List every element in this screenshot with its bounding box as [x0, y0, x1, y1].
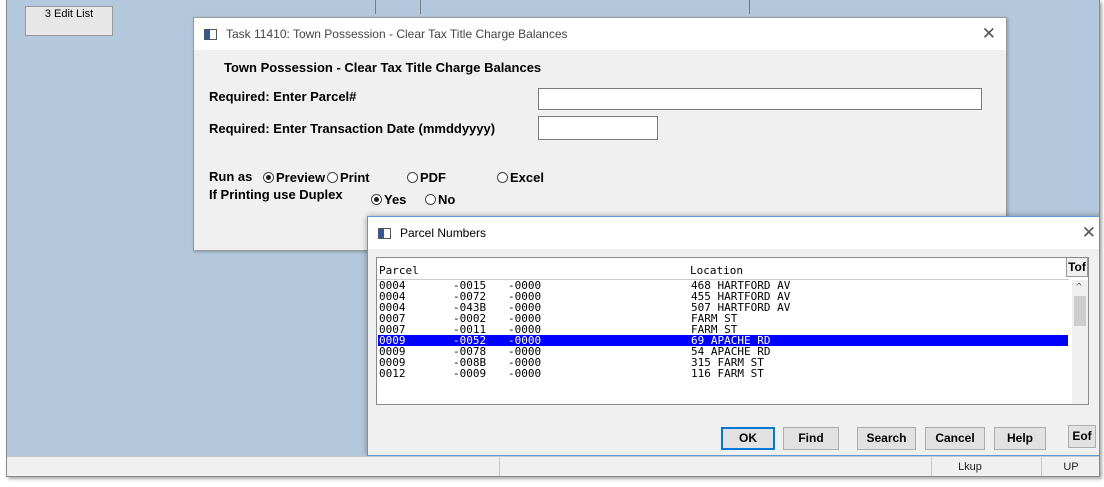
column-header-location: Location: [690, 264, 743, 277]
radio-selected-icon: [371, 194, 382, 205]
duplex-no-radio[interactable]: No: [425, 192, 455, 207]
radio-selected-icon: [263, 172, 274, 183]
chevron-up-icon[interactable]: ^: [1076, 282, 1082, 293]
parcel-window-title: Parcel Numbers: [400, 226, 487, 240]
vertical-scrollbar[interactable]: ^: [1072, 280, 1088, 404]
parcel-window-titlebar[interactable]: Parcel Numbers ✕: [368, 217, 1099, 249]
row-parcel-part: -0000: [508, 367, 542, 380]
close-icon[interactable]: ✕: [1082, 217, 1096, 249]
background-divider: [375, 0, 376, 14]
task-window-title: Task 11410: Town Possession - Clear Tax …: [226, 27, 568, 41]
run-as-pdf-radio[interactable]: PDF: [407, 170, 446, 185]
status-lookup: Lkup: [931, 457, 1008, 476]
status-bar: Lkup UP: [7, 456, 1099, 476]
column-header-parcel: Parcel: [379, 264, 419, 277]
task-heading: Town Possession - Clear Tax Title Charge…: [224, 60, 542, 75]
background-divider: [749, 0, 750, 14]
radio-icon: [425, 194, 436, 205]
task-window-titlebar[interactable]: Task 11410: Town Possession - Clear Tax …: [194, 18, 1006, 50]
run-as-label: Run as: [209, 169, 253, 184]
edit-list-button[interactable]: 3 Edit List: [25, 6, 113, 36]
parcel-label: Required: Enter Parcel#: [209, 89, 357, 104]
radio-icon: [407, 172, 418, 183]
duplex-label: If Printing use Duplex: [209, 187, 343, 202]
close-icon[interactable]: ✕: [982, 18, 996, 50]
ok-button[interactable]: OK: [721, 427, 775, 450]
row-location: 116 FARM ST: [691, 367, 764, 380]
date-label: Required: Enter Transaction Date (mmddyy…: [209, 121, 496, 136]
app-frame: 3 Edit List Task 11410: Town Possession …: [6, 0, 1100, 477]
top-of-file-button[interactable]: Tof: [1066, 258, 1088, 277]
help-button[interactable]: Help: [994, 427, 1046, 450]
table-row[interactable]: 0012 -0009 -0000 116 FARM ST: [378, 368, 1068, 379]
status-mode: UP: [1041, 457, 1099, 476]
parcel-lookup-window: Parcel Numbers ✕ Parcel Location Tof 000…: [367, 216, 1099, 456]
find-button[interactable]: Find: [783, 427, 839, 450]
parcel-list[interactable]: Parcel Location Tof 0004 -0015 -0000 468 HA…: [376, 257, 1089, 405]
run-as-preview-radio[interactable]: Preview: [263, 170, 325, 185]
radio-icon: [497, 172, 508, 183]
cancel-button[interactable]: Cancel: [925, 427, 985, 450]
date-input[interactable]: [538, 116, 658, 140]
duplex-yes-radio[interactable]: Yes: [371, 192, 406, 207]
window-app-icon: [204, 29, 217, 40]
parcel-input[interactable]: [538, 88, 982, 110]
window-app-icon: [378, 228, 391, 239]
run-as-print-radio[interactable]: Print: [327, 170, 370, 185]
search-button[interactable]: Search: [857, 427, 916, 450]
status-segment: [499, 457, 500, 476]
end-of-file-button[interactable]: Eof: [1068, 425, 1096, 448]
radio-icon: [327, 172, 338, 183]
row-parcel-part: 0012: [379, 367, 406, 380]
run-as-excel-radio[interactable]: Excel: [497, 170, 544, 185]
scrollbar-thumb[interactable]: [1074, 296, 1086, 326]
row-parcel-part: -0009: [453, 367, 487, 380]
background-divider: [420, 0, 421, 14]
